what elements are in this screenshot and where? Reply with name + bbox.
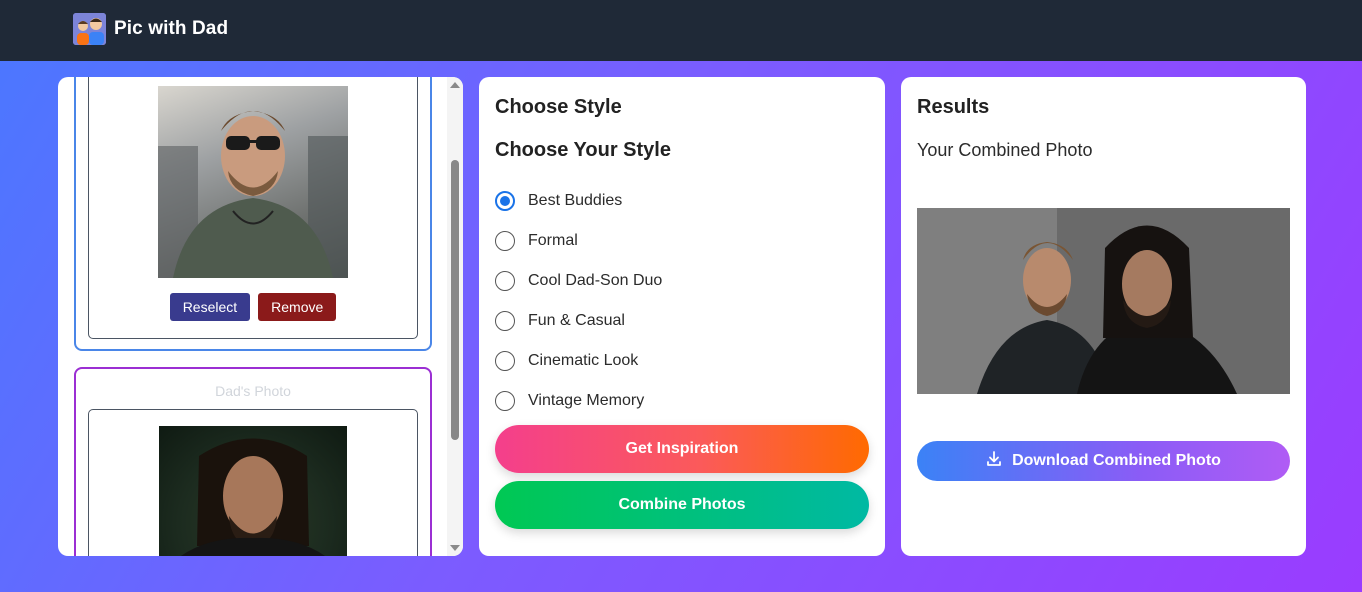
son-photo-box: Reselect Remove bbox=[74, 77, 432, 351]
upload-scroll-area[interactable]: Reselect Remove Dad's Photo bbox=[58, 77, 447, 556]
style-option-label: Vintage Memory bbox=[528, 392, 645, 409]
get-inspiration-button[interactable]: Get Inspiration bbox=[495, 425, 869, 473]
download-icon bbox=[986, 450, 1002, 472]
style-option-label: Formal bbox=[528, 232, 578, 249]
dad-photo-label: Dad's Photo bbox=[215, 383, 291, 399]
reselect-button[interactable]: Reselect bbox=[169, 293, 251, 321]
style-option-label: Fun & Casual bbox=[528, 312, 625, 329]
style-option-formal[interactable]: Formal bbox=[495, 221, 662, 261]
download-combined-photo-button[interactable]: Download Combined Photo bbox=[917, 441, 1290, 481]
scrollbar-thumb[interactable] bbox=[451, 160, 459, 440]
radio-formal[interactable] bbox=[495, 231, 515, 251]
style-option-label: Best Buddies bbox=[528, 192, 623, 209]
combine-photos-button[interactable]: Combine Photos bbox=[495, 481, 869, 529]
brand[interactable]: Pic with Dad bbox=[73, 13, 228, 45]
remove-button[interactable]: Remove bbox=[258, 293, 337, 321]
style-heading: Choose Your Style bbox=[495, 139, 671, 161]
son-photo bbox=[158, 86, 348, 278]
combined-photo bbox=[917, 208, 1290, 394]
style-option-fun-casual[interactable]: Fun & Casual bbox=[495, 301, 662, 341]
dad-photo bbox=[159, 426, 347, 556]
style-option-best-buddies[interactable]: Best Buddies bbox=[495, 181, 662, 221]
results-panel: Results Your Combined Photo Download Com… bbox=[901, 77, 1306, 556]
style-option-cool-dad-son-duo[interactable]: Cool Dad-Son Duo bbox=[495, 261, 662, 301]
son-photo-actions: Reselect Remove bbox=[89, 293, 417, 321]
dad-photo-frame bbox=[88, 409, 418, 556]
style-option-cinematic-look[interactable]: Cinematic Look bbox=[495, 341, 662, 381]
radio-cinematic-look[interactable] bbox=[495, 351, 515, 371]
radio-cool-dad-son-duo[interactable] bbox=[495, 271, 515, 291]
results-title: Results bbox=[917, 96, 990, 118]
style-option-label: Cinematic Look bbox=[528, 352, 639, 369]
dad-and-son-logo-icon bbox=[73, 13, 106, 45]
style-panel-title: Choose Style bbox=[495, 96, 622, 118]
style-options: Best Buddies Formal Cool Dad-Son Duo Fun… bbox=[495, 181, 662, 421]
scroll-up-icon[interactable] bbox=[450, 82, 460, 88]
scroll-down-icon[interactable] bbox=[450, 545, 460, 551]
style-option-vintage-memory[interactable]: Vintage Memory bbox=[495, 381, 662, 421]
style-panel: Choose Style Choose Your Style Best Budd… bbox=[479, 77, 885, 556]
radio-vintage-memory[interactable] bbox=[495, 391, 515, 411]
app-title: Pic with Dad bbox=[114, 18, 229, 39]
radio-fun-casual[interactable] bbox=[495, 311, 515, 331]
radio-best-buddies[interactable] bbox=[495, 191, 515, 211]
upload-panel: Reselect Remove Dad's Photo bbox=[58, 77, 463, 556]
style-option-label: Cool Dad-Son Duo bbox=[528, 272, 663, 289]
son-photo-frame: Reselect Remove bbox=[88, 77, 418, 339]
results-subtitle: Your Combined Photo bbox=[917, 140, 1093, 160]
download-label: Download Combined Photo bbox=[1012, 452, 1221, 469]
top-bar: Pic with Dad bbox=[0, 0, 1362, 61]
upload-scrollbar[interactable] bbox=[447, 77, 463, 556]
dad-photo-box[interactable]: Dad's Photo bbox=[74, 367, 432, 556]
